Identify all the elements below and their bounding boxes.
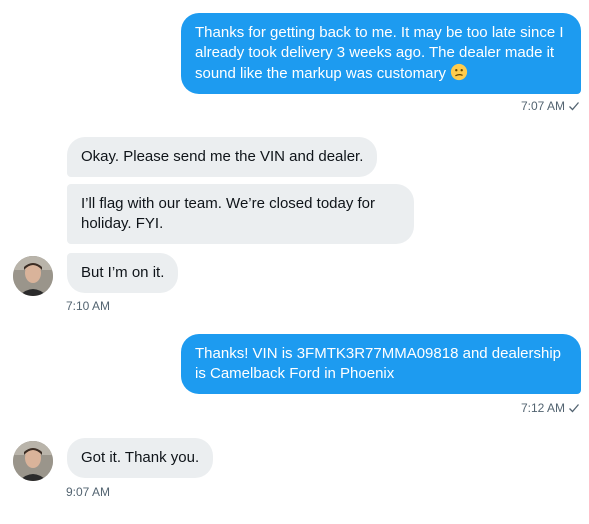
outgoing-message[interactable]: Thanks! VIN is 3FMTK3R77MMA09818 and dea… xyxy=(181,334,581,394)
message-meta: 7:10 AM xyxy=(66,299,110,313)
outgoing-message[interactable]: Thanks for getting back to me. It may be… xyxy=(181,13,581,94)
incoming-message[interactable]: Okay. Please send me the VIN and dealer. xyxy=(67,137,378,177)
user-avatar[interactable] xyxy=(13,441,53,481)
confused-face-emoji xyxy=(451,63,468,81)
message-text: Got it. Thank you. xyxy=(81,449,200,466)
message-timestamp: 7:07 AM xyxy=(520,99,565,113)
message-text: But I’m on it. xyxy=(81,264,165,281)
message-meta: 7:12 AM xyxy=(521,401,580,415)
incoming-message[interactable]: I’ll flag with our team. We’re closed to… xyxy=(67,184,414,244)
message-text: I’ll flag with our team. We’re closed to… xyxy=(81,195,376,232)
message-timestamp: 7:12 AM xyxy=(520,401,565,415)
dm-conversation: Thanks for getting back to me. It may be… xyxy=(0,0,589,524)
user-avatar[interactable] xyxy=(13,256,53,296)
message-timestamp: 7:10 AM xyxy=(66,299,111,313)
message-text: Okay. Please send me the VIN and dealer. xyxy=(81,148,364,165)
message-meta: 9:07 AM xyxy=(66,485,110,499)
incoming-message[interactable]: But I’m on it. xyxy=(67,253,179,293)
checkmark-icon xyxy=(569,404,579,413)
message-text: Thanks for getting back to me. It may be… xyxy=(195,24,564,82)
message-timestamp: 9:07 AM xyxy=(66,485,111,499)
message-meta: 7:07 AM xyxy=(521,99,580,113)
incoming-message[interactable]: Got it. Thank you. xyxy=(67,438,214,478)
message-text: Thanks! VIN is 3FMTK3R77MMA09818 and dea… xyxy=(195,345,562,382)
checkmark-icon xyxy=(569,102,579,111)
avatar-image xyxy=(13,256,53,296)
avatar-image xyxy=(13,441,53,481)
